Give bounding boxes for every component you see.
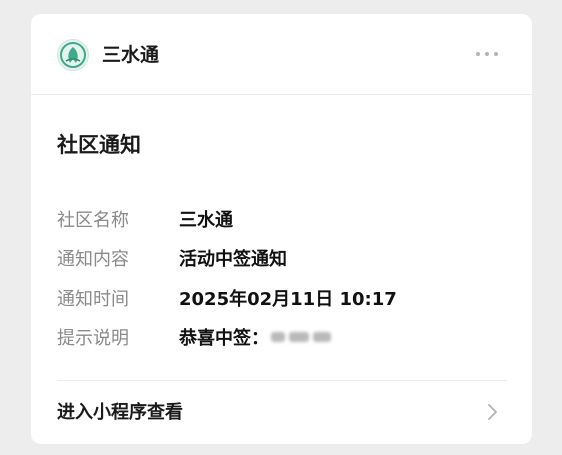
open-mini-program-link[interactable]: 进入小程序查看 — [31, 381, 532, 444]
field-label-hint: 提示说明 — [57, 328, 129, 349]
card-header: 三水通 — [31, 14, 532, 95]
field-label-notice-content: 通知内容 — [57, 249, 129, 270]
field-value-notice-time: 2025年02月11日 10:17 — [179, 289, 397, 310]
field-value-community-name: 三水通 — [179, 210, 233, 231]
field-label-notice-time: 通知时间 — [57, 289, 129, 310]
more-button[interactable] — [467, 42, 507, 66]
field-value-notice-content: 活动中签通知 — [179, 249, 287, 270]
redacted-name — [271, 329, 333, 345]
app-name: 三水通 — [102, 44, 160, 66]
open-mini-program-label: 进入小程序查看 — [57, 402, 183, 423]
notice-title: 社区通知 — [57, 133, 141, 157]
chevron-right-icon — [488, 404, 497, 420]
notification-card[interactable]: 三水通 社区通知 社区名称 三水通 通知内容 活动中签通知 通知时间 2025年… — [31, 14, 532, 444]
field-label-community-name: 社区名称 — [57, 210, 129, 231]
more-horizontal-icon — [476, 52, 480, 56]
field-value-hint: 恭喜中签： — [179, 327, 333, 351]
sanshuitong-logo-icon — [57, 39, 89, 71]
hint-text: 恭喜中签： — [179, 328, 269, 349]
